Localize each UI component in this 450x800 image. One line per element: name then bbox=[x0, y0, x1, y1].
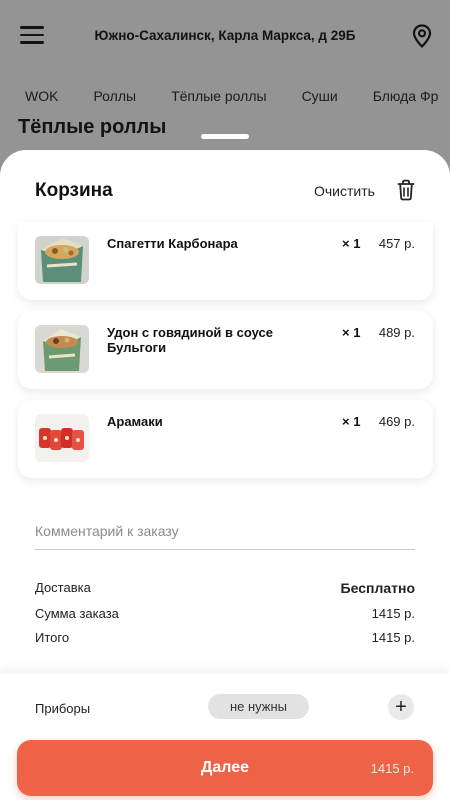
product-image bbox=[35, 325, 89, 373]
trash-icon[interactable] bbox=[397, 179, 415, 201]
cart-item[interactable]: Арамаки × 1 469 р. bbox=[18, 400, 433, 478]
total-value: 1415 р. bbox=[371, 630, 415, 645]
item-price: 469 р. bbox=[378, 414, 415, 429]
plus-icon[interactable]: + bbox=[388, 694, 414, 720]
total-label: Итого bbox=[35, 630, 70, 645]
order-comment-input[interactable] bbox=[35, 512, 415, 550]
next-button[interactable]: Далее 1415 р. bbox=[17, 740, 433, 796]
item-quantity: × 1 bbox=[342, 325, 361, 340]
item-name: Спагетти Карбонара bbox=[107, 236, 238, 251]
delivery-row: Доставка Бесплатно bbox=[35, 580, 415, 596]
item-quantity: × 1 bbox=[342, 414, 361, 429]
cart-item[interactable]: Удон с говядиной в соусе Бульгоги × 1 48… bbox=[18, 311, 433, 389]
cutlery-value[interactable]: не нужны bbox=[208, 694, 309, 719]
product-image bbox=[35, 414, 89, 462]
item-quantity: × 1 bbox=[342, 236, 361, 251]
item-name: Арамаки bbox=[107, 414, 163, 429]
item-name: Удон с говядиной в соусе Бульгоги bbox=[107, 325, 273, 355]
cart-item[interactable]: Спагетти Карбонара × 1 457 р. bbox=[18, 222, 433, 300]
item-price: 489 р. bbox=[378, 325, 415, 340]
clear-cart-button[interactable]: Очистить bbox=[314, 183, 375, 199]
sheet-drag-handle[interactable] bbox=[201, 134, 249, 139]
order-sum-row: Сумма заказа 1415 р. bbox=[35, 606, 415, 621]
order-sum-value: 1415 р. bbox=[371, 606, 415, 621]
delivery-value: Бесплатно bbox=[340, 580, 415, 596]
total-row: Итого 1415 р. bbox=[35, 630, 415, 645]
cart-sheet: Корзина Очистить Спагетти Карбонара × 1 … bbox=[0, 150, 450, 800]
next-button-price: 1415 р. bbox=[370, 761, 414, 776]
product-image bbox=[35, 236, 89, 284]
cutlery-label: Приборы bbox=[35, 701, 91, 716]
delivery-label: Доставка bbox=[35, 580, 91, 595]
cart-items: Спагетти Карбонара × 1 457 р. Удон с гов… bbox=[18, 222, 433, 489]
cart-title: Корзина bbox=[35, 180, 113, 201]
item-price: 457 р. bbox=[378, 236, 415, 251]
order-sum-label: Сумма заказа bbox=[35, 606, 119, 621]
